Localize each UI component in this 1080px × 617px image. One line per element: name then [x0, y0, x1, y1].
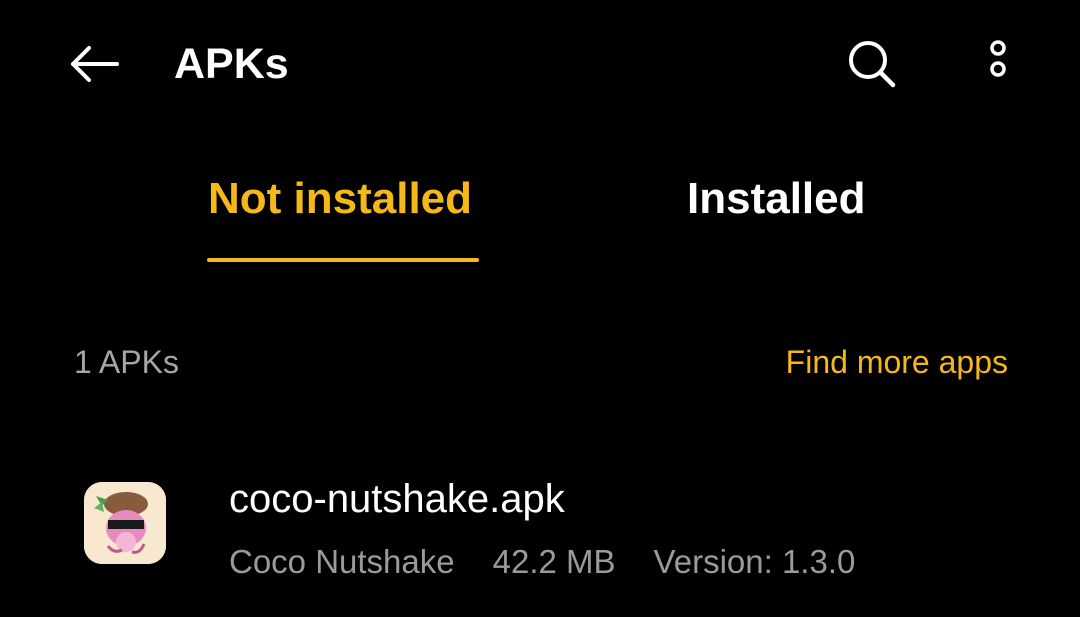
apk-count-label: 1 APKs: [74, 344, 179, 380]
apk-app-name: Coco Nutshake: [229, 543, 455, 580]
apk-version: Version: 1.3.0: [653, 543, 856, 580]
more-vertical-icon: [990, 40, 1006, 77]
find-more-apps-link[interactable]: Find more apps: [786, 340, 1008, 384]
coco-nutshake-app-icon: [84, 482, 166, 564]
apk-file-size: 42.2 MB: [492, 543, 616, 580]
top-app-bar: APKs: [0, 0, 1080, 124]
page-title: APKs: [174, 40, 289, 88]
apk-details: Coco Nutshake 42.2 MB Version: 1.3.0: [229, 540, 855, 584]
back-button[interactable]: [62, 38, 124, 90]
apk-file-name: coco-nutshake.apk: [229, 477, 565, 521]
arrow-left-icon: [71, 46, 119, 82]
tab-installed[interactable]: Installed: [687, 172, 866, 226]
more-options-button[interactable]: [970, 34, 1026, 94]
tab-not-installed[interactable]: Not installed: [208, 172, 472, 226]
tab-bar: Not installed Installed: [0, 160, 1080, 270]
selected-tab-indicator: [207, 258, 479, 262]
apk-list-item[interactable]: coco-nutshake.apk Coco Nutshake 42.2 MB Ve…: [0, 456, 1080, 606]
search-icon: [849, 41, 896, 88]
search-button[interactable]: [840, 34, 904, 94]
